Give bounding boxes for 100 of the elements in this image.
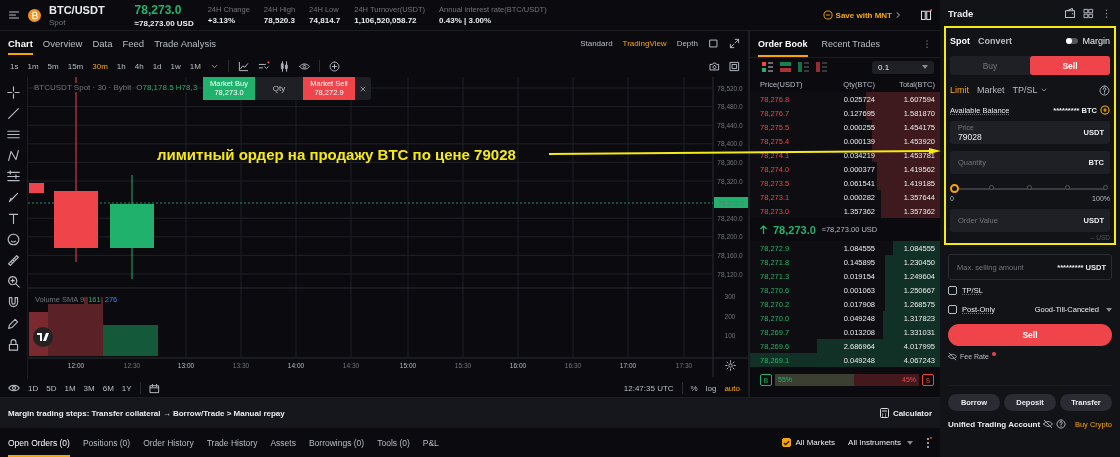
square-icon[interactable] <box>708 38 719 49</box>
range-option[interactable]: 1M <box>64 384 76 393</box>
crosshair-icon[interactable] <box>7 86 20 100</box>
chart-tab[interactable]: Chart <box>8 31 33 56</box>
interval-option[interactable]: 15m <box>67 62 84 71</box>
interval-option[interactable]: 30m <box>92 62 108 71</box>
trend-line-icon[interactable] <box>7 107 20 121</box>
add-circle-icon[interactable] <box>1100 105 1110 115</box>
interval-option[interactable]: 1m <box>27 62 39 71</box>
chart-legend-title: BTCUSDT Spot · 30 · Bybit <box>34 83 132 93</box>
side-tab[interactable]: Buy <box>950 56 1030 75</box>
range-option[interactable]: 1Y <box>121 384 132 393</box>
precision-dropdown[interactable]: 0.1 <box>872 61 934 74</box>
both-sides-layout-icon[interactable] <box>762 62 773 73</box>
pair-name: BTC/USDT <box>49 3 105 16</box>
promo-link[interactable]: Save with MNT <box>822 10 902 21</box>
pencil-icon[interactable] <box>7 317 20 331</box>
interval-option[interactable]: 5m <box>47 62 59 71</box>
brush-icon[interactable] <box>7 191 20 205</box>
order-book-tab[interactable]: Order Book <box>758 31 808 58</box>
fib-levels-icon[interactable] <box>7 170 20 184</box>
orders-tab[interactable]: Tools (0) <box>377 428 410 457</box>
chart-tab[interactable]: Feed <box>122 31 145 56</box>
margin-toggle[interactable] <box>1066 38 1079 44</box>
instruments-dropdown[interactable]: All Instruments <box>848 438 913 447</box>
smiley-icon[interactable] <box>7 233 20 247</box>
book-icon[interactable] <box>920 9 932 22</box>
range-option[interactable]: 6M <box>102 384 114 393</box>
asks-layout-icon[interactable] <box>816 62 827 73</box>
interval-option[interactable]: 1s <box>10 62 19 71</box>
chart-view-option[interactable]: Depth <box>676 39 698 48</box>
trade-mode-tab[interactable]: Spot <box>950 36 970 46</box>
eye-icon[interactable] <box>298 61 310 72</box>
orders-tab[interactable]: Trade History <box>206 428 258 457</box>
interval-option[interactable]: 1d <box>152 62 162 71</box>
checkbox[interactable] <box>781 438 791 447</box>
order-type-tab[interactable]: Limit <box>950 85 969 95</box>
slider-thumb[interactable] <box>950 184 959 193</box>
orders-tab[interactable]: P&L <box>422 428 439 457</box>
side-tab[interactable]: Sell <box>1030 56 1110 75</box>
range-option[interactable]: 1D <box>28 384 39 393</box>
more-icon[interactable] <box>926 436 932 449</box>
line-chart-icon[interactable] <box>237 61 249 72</box>
help-icon[interactable] <box>1099 84 1110 96</box>
checkbox[interactable] <box>948 305 957 314</box>
calculator-icon <box>879 408 889 419</box>
help-icon[interactable] <box>1056 419 1067 429</box>
order-type-tab[interactable]: TP/SL <box>1012 85 1038 95</box>
order-type-tab[interactable]: Market <box>977 85 1005 95</box>
grid-icon[interactable] <box>1083 7 1094 19</box>
interval-option[interactable]: 1M <box>189 62 201 71</box>
bids-layout-icon[interactable] <box>798 62 809 73</box>
chart-view-option[interactable]: Standard <box>580 39 613 48</box>
wallet-icon[interactable] <box>1064 7 1076 19</box>
checkbox[interactable] <box>948 286 957 295</box>
chart-tab[interactable]: Overview <box>42 31 83 56</box>
expand-icon[interactable] <box>729 38 740 49</box>
pattern-icon[interactable] <box>7 149 20 163</box>
scale-option[interactable]: log <box>705 384 717 393</box>
chart-tab[interactable]: Data <box>92 31 113 56</box>
trade-mode-tab[interactable]: Convert <box>978 36 1012 46</box>
order-book-tab[interactable]: Recent Trades <box>821 31 881 58</box>
fullscreen-icon[interactable] <box>729 61 740 72</box>
lock-icon[interactable] <box>7 338 20 352</box>
candles-icon[interactable] <box>278 61 290 72</box>
eye-off-icon[interactable] <box>948 352 957 361</box>
eye-off-icon[interactable] <box>1043 419 1054 429</box>
camera-icon[interactable] <box>709 61 720 72</box>
interval-option[interactable]: 1w <box>170 62 181 71</box>
calculator-button[interactable]: Calculator <box>879 408 932 419</box>
scale-option[interactable]: auto <box>724 384 740 393</box>
calendar-icon[interactable] <box>148 383 160 394</box>
magnet-icon[interactable] <box>7 296 20 310</box>
orders-tab[interactable]: Open Orders (0) <box>8 428 70 457</box>
chart-view-option[interactable]: TradingView <box>622 39 667 48</box>
submit-button[interactable]: Sell <box>948 324 1112 346</box>
orders-tab[interactable]: Assets <box>270 428 296 457</box>
scale-option[interactable]: % <box>690 384 698 393</box>
settings-icon[interactable] <box>725 360 736 372</box>
split-layout-icon[interactable] <box>780 62 791 73</box>
orders-tab[interactable]: Order History <box>143 428 194 457</box>
caret-down-icon[interactable] <box>1039 86 1048 94</box>
range-option[interactable]: 5D <box>46 384 57 393</box>
orders-tab[interactable]: Positions (0) <box>82 428 131 457</box>
quantity-field[interactable]: Qty <box>255 84 303 94</box>
indicators-icon[interactable] <box>257 61 270 72</box>
interval-option[interactable]: 4h <box>134 62 144 71</box>
chart-legend-ohlc: O78,178.5 H78,3 <box>136 83 198 93</box>
text-icon[interactable] <box>7 212 20 226</box>
range-option[interactable]: 3M <box>83 384 95 393</box>
menu-icon[interactable] <box>8 9 20 22</box>
zoom-in-icon[interactable] <box>7 275 20 289</box>
caret-down-icon[interactable] <box>209 62 219 71</box>
interval-option[interactable]: 1h <box>116 62 126 71</box>
stat-value: 0.43% | 3.00% <box>439 16 493 26</box>
coin-icon <box>822 10 833 21</box>
orders-tab[interactable]: Borrowings (0) <box>308 428 365 457</box>
ruler-icon[interactable] <box>7 254 20 268</box>
close-icon[interactable] <box>359 85 367 93</box>
chart-tab[interactable]: Trade Analysis <box>154 31 217 56</box>
